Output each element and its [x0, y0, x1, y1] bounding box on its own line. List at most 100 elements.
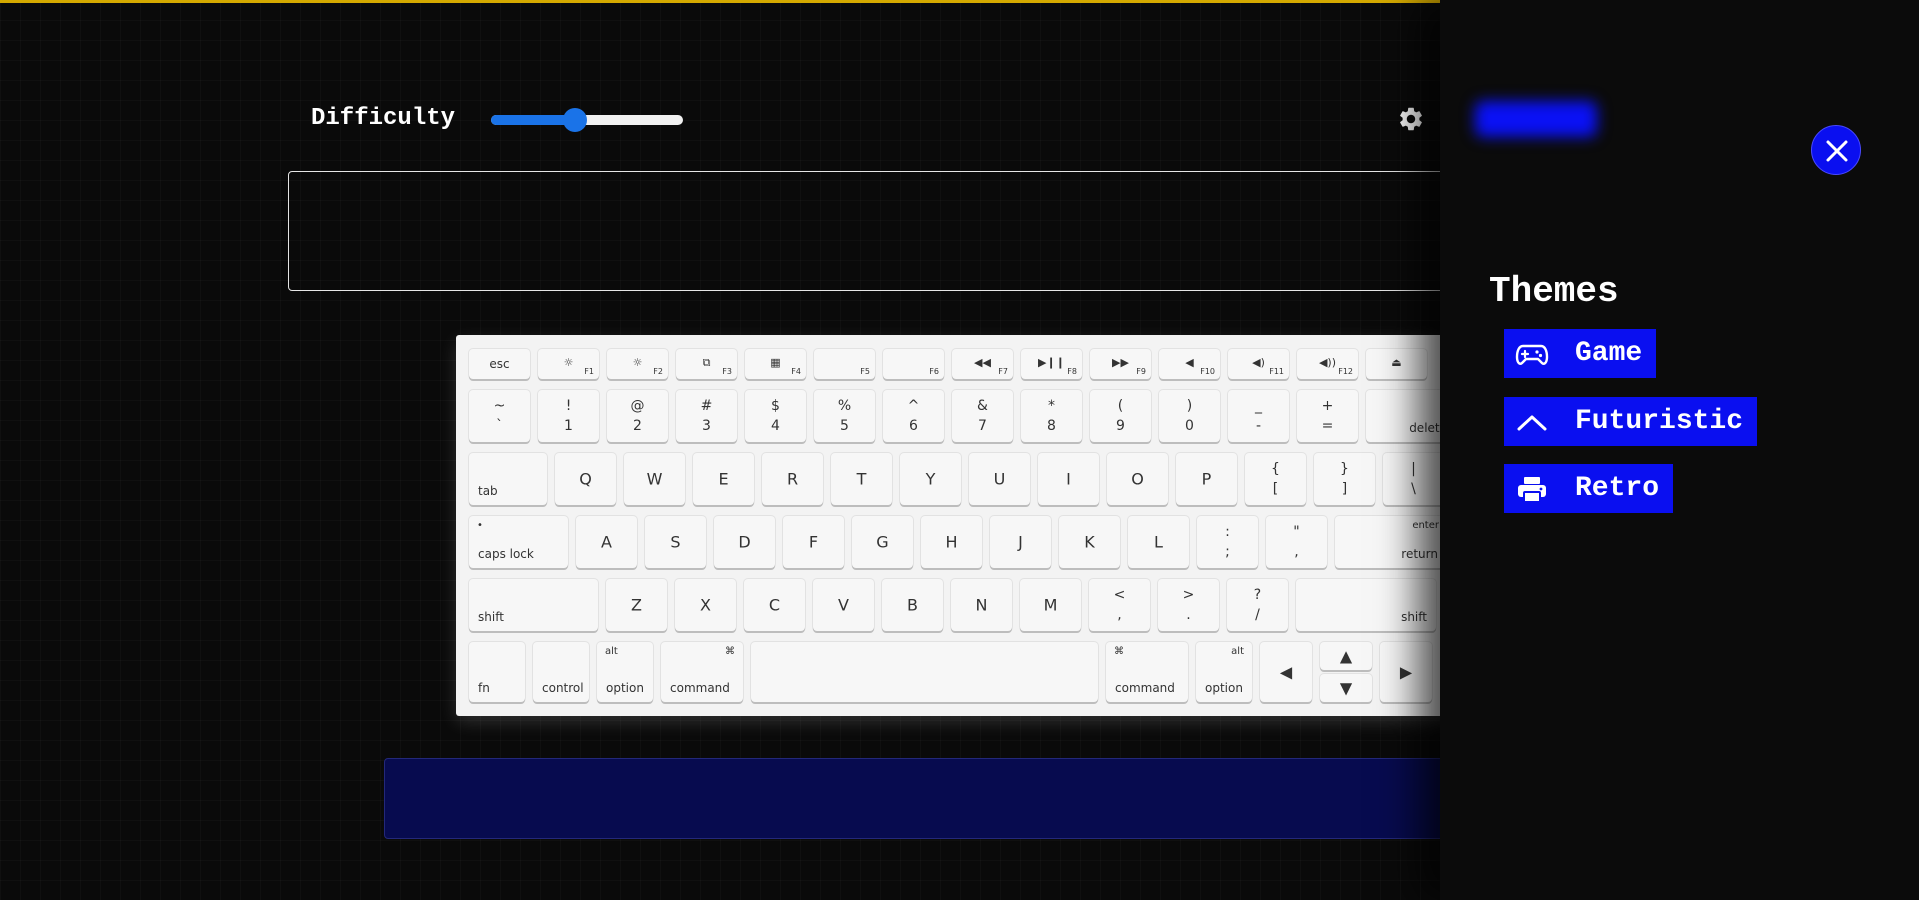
key[interactable]: P [1176, 453, 1237, 505]
key[interactable]: V [813, 579, 874, 631]
key[interactable]: Z [606, 579, 667, 631]
key[interactable]: O [1107, 453, 1168, 505]
key-label: esc [489, 357, 510, 371]
key-bottom-label: 4 [771, 418, 780, 434]
key[interactable]: S [645, 516, 706, 568]
key[interactable]: % 5 [814, 390, 875, 442]
chevron-up-icon [1517, 415, 1547, 430]
theme-retro-button[interactable]: Retro [1504, 464, 1674, 513]
key-bottom-label: - [1255, 418, 1262, 434]
key[interactable]: M [1020, 579, 1081, 631]
input-bar[interactable] [384, 758, 1539, 839]
key[interactable]: F5 [814, 349, 875, 379]
key[interactable]: fn [469, 642, 525, 702]
key[interactable]: ▦ F4 [745, 349, 806, 379]
key[interactable]: <, [1089, 579, 1150, 631]
key[interactable]: ☼ F1 [538, 349, 599, 379]
key[interactable]: I [1038, 453, 1099, 505]
typing-text-box[interactable] [288, 171, 1518, 291]
key[interactable]: ⏏ [1366, 349, 1427, 379]
key[interactable]: Q [555, 453, 616, 505]
key[interactable]: ▶ [1380, 642, 1432, 702]
key[interactable]: ? / [1227, 579, 1288, 631]
theme-game-button[interactable]: Game [1504, 329, 1657, 378]
key[interactable]: U [969, 453, 1030, 505]
key[interactable]: shift [469, 579, 598, 631]
theme-game-label: Game [1575, 338, 1643, 369]
key[interactable]: Y [900, 453, 961, 505]
key[interactable]: ◀◀ F7 [952, 349, 1013, 379]
key-bottom-label: = [1321, 418, 1334, 434]
key[interactable]: F [783, 516, 844, 568]
key[interactable]: $4 [745, 390, 806, 442]
key[interactable]: R [762, 453, 823, 505]
key[interactable]: alt option [597, 642, 653, 702]
key-top-label: $ [771, 398, 780, 414]
key[interactable]: #3 [676, 390, 737, 442]
key[interactable]: C [744, 579, 805, 631]
key[interactable]: ⧉ F3 [676, 349, 737, 379]
close-button[interactable] [1811, 125, 1861, 175]
key[interactable]: ) 0 [1159, 390, 1220, 442]
key[interactable]: >. [1158, 579, 1219, 631]
key[interactable]: * 8 [1021, 390, 1082, 442]
key[interactable]: L [1128, 516, 1189, 568]
key[interactable]: A [576, 516, 637, 568]
key[interactable]: control [533, 642, 589, 702]
key-bottom-label: 9 [1116, 418, 1125, 434]
key[interactable]: & 7 [952, 390, 1013, 442]
key[interactable]: W [624, 453, 685, 505]
key[interactable]: ! 1 [538, 390, 599, 442]
difficulty-slider[interactable] [491, 108, 683, 132]
key[interactable]: | \ [1383, 453, 1444, 505]
gear-icon[interactable] [1397, 105, 1425, 133]
key[interactable]: @2 [607, 390, 668, 442]
key[interactable]: esc [469, 349, 530, 379]
key-icon: ⏏ [1391, 356, 1402, 369]
key[interactable]: X [675, 579, 736, 631]
key[interactable]: H [921, 516, 982, 568]
key[interactable]: ◀ F10 [1159, 349, 1220, 379]
key[interactable]: ▶▶ F9 [1090, 349, 1151, 379]
slider-thumb[interactable] [563, 108, 588, 132]
key[interactable]: ◀ [1260, 642, 1312, 702]
key[interactable]: tab [469, 453, 547, 505]
key[interactable]: D [714, 516, 775, 568]
key[interactable]: ~ ` [469, 390, 530, 442]
key[interactable]: J [990, 516, 1051, 568]
key-bottom-label: ] [1341, 481, 1348, 497]
key[interactable]: + = [1297, 390, 1358, 442]
key[interactable]: {[ [1245, 453, 1306, 505]
key[interactable]: _ - [1228, 390, 1289, 442]
key[interactable]: ◀) F11 [1228, 349, 1289, 379]
key[interactable]: ◀)) F12 [1297, 349, 1358, 379]
key[interactable]: :; [1197, 516, 1258, 568]
key[interactable]: ", [1266, 516, 1327, 568]
virtual-keyboard: esc ☼ F1 ☼ F2 ⧉ F3 ▦ F4 F5 F6 ◀◀ F7 ▶❙❙ F8 ▶▶ F9 ◀ F10 ◀) F1… [456, 335, 1480, 716]
key[interactable]: N [951, 579, 1012, 631]
key[interactable] [751, 642, 1098, 702]
key[interactable]: G [852, 516, 913, 568]
key[interactable]: enter return [1335, 516, 1447, 568]
key[interactable]: ▼ [1320, 674, 1372, 702]
key[interactable]: alt option [1196, 642, 1252, 702]
key[interactable]: E [693, 453, 754, 505]
key[interactable]: ☼ F2 [607, 349, 668, 379]
key[interactable]: ⌘ command [1106, 642, 1188, 702]
key[interactable]: (9 [1090, 390, 1151, 442]
key[interactable]: ▶❙❙ F8 [1021, 349, 1082, 379]
key-top-label: ) [1186, 398, 1193, 414]
key[interactable]: B [882, 579, 943, 631]
theme-futuristic-button[interactable]: Futuristic [1504, 397, 1758, 446]
key[interactable]: shift [1296, 579, 1436, 631]
key[interactable]: ⌘ command [661, 642, 743, 702]
key[interactable]: F6 [883, 349, 944, 379]
key[interactable]: T [831, 453, 892, 505]
key[interactable]: K [1059, 516, 1120, 568]
key[interactable]: ^ 6 [883, 390, 944, 442]
key[interactable]: ▲ [1320, 642, 1372, 670]
key[interactable]: • caps lock [469, 516, 568, 568]
key[interactable]: }] [1314, 453, 1375, 505]
key-label: option [1205, 681, 1243, 695]
key-label: U [993, 469, 1006, 489]
